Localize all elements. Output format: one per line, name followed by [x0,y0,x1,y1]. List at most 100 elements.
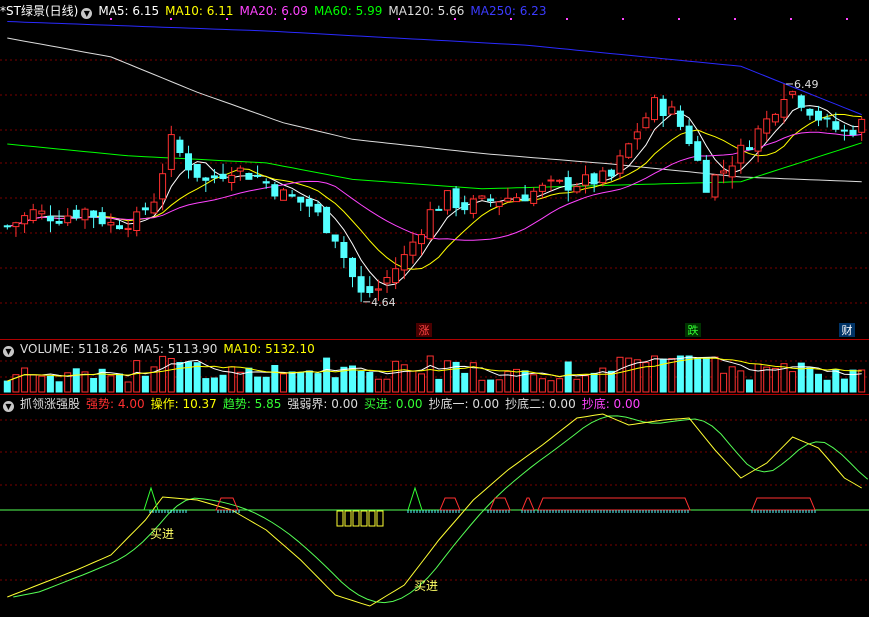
volume-bar [29,374,37,393]
low-price-label: 4.64 [371,296,396,309]
top-marker-dot [566,18,568,20]
candle-body [763,118,771,134]
volume-bar [90,378,98,393]
candle-body [746,147,753,151]
candle-body [668,106,676,115]
chart-stage: 6.49 4.64 涨跌财买进 买进 *ST绿景(日线) ▼ MA5: 6.15 MA10:… [0,0,869,614]
volume-bar [728,366,736,393]
candle-body [780,99,788,118]
candle-body [3,225,11,228]
volume-bar [582,375,589,393]
candle-body [504,197,512,202]
price-panel-header: *ST绿景(日线) ▼ MA5: 6.15 MA10: 6.11 MA20: 6.09 M… [0,3,558,19]
price-legend-item-4: MA120: 5.66 [388,4,465,18]
volume-bar [478,379,486,393]
volume-bar [702,357,710,393]
candle-body [374,288,382,291]
candle-body [202,177,210,181]
candle-body [392,268,400,284]
candle-body [193,164,201,178]
volume-bar [771,367,779,393]
candle-body [443,190,451,211]
volume-bar [426,355,434,393]
candle-body [426,209,434,240]
stock-title[interactable]: *ST绿景(日线) [0,4,78,18]
volume-bar [366,372,374,393]
candle-body [599,170,607,184]
volume-bar [590,372,598,393]
ma250-line [7,21,862,116]
top-marker-dot [790,18,792,20]
volume-bar [262,376,270,393]
candle-body [728,165,736,178]
candle-body [210,175,218,179]
chevron-down-icon[interactable]: ▼ [3,346,14,357]
volume-bar [357,371,365,393]
price-legend-item-1: MA10: 6.11 [165,4,234,18]
volume-bar [159,355,167,393]
candle-body [418,234,425,245]
candle-body [573,186,581,193]
strong-zone-shape [439,497,461,511]
volume-bar [323,357,331,393]
bottom-box [360,510,368,527]
candle-body [90,210,98,218]
candle-body [357,276,365,293]
strong-zone-shape [751,497,816,511]
candle-body [530,190,538,204]
candle-body [556,179,564,182]
volume-bar [3,380,11,393]
candle-body [642,117,650,129]
volume-legend-item-1: MA5: 5113.90 [133,342,218,356]
candle-body [547,179,555,182]
volume-bar [737,370,745,393]
volume-bar [720,372,728,393]
candle-body [38,210,46,215]
candle-body [314,203,322,213]
volume-bar [55,381,63,393]
candle-body [176,139,184,153]
candle-body [435,208,443,211]
price-legend-item-2: MA20: 6.09 [239,4,308,18]
candle-body [141,207,149,211]
candlestick-group [3,83,866,302]
candle-body [280,189,287,201]
candle-body [159,173,167,200]
volume-bar [763,366,771,393]
candle-body [124,227,132,230]
volume-bar [202,378,210,393]
candle-body [236,167,244,172]
candle-body [167,134,175,170]
candle-body [702,159,710,193]
event-marker-label: 财 [842,323,853,337]
chevron-down-icon[interactable]: ▼ [81,8,93,19]
candle-body [116,225,123,230]
volume-bar [840,378,848,393]
candle-body [228,174,236,183]
volume-bar [305,370,313,393]
candle-body [858,118,866,133]
candle-body [245,173,253,180]
indicator-panel-header: ▼ 抓领涨强股 强势: 4.00 操作: 10.37 趋势: 5.85 强弱界: 0.00… [0,396,652,412]
candle-body [461,202,469,211]
strong-zone-shape [489,497,511,511]
volume-bar [418,373,425,393]
volume-bar [625,357,633,393]
volume-bar [513,368,520,393]
candle-body [521,194,529,202]
indicator-legend-item-6: 抄底二: 0.00 [505,397,576,411]
volume-bar [754,363,762,393]
candle-body [651,97,658,121]
candle-body [81,208,89,221]
candle-body [659,98,667,117]
volume-bar [46,375,54,393]
volume-bar [487,379,495,393]
volume-bar [806,367,814,393]
bottom-box [368,510,376,527]
indicator-title[interactable]: 抓领涨强股 [20,397,80,411]
high-price-label: 6.49 [794,78,819,91]
candle-body [452,188,460,209]
indicator-legend-item-1: 操作: 10.37 [150,397,217,411]
chevron-down-icon[interactable]: ▼ [3,401,14,412]
volume-bar [530,374,538,393]
